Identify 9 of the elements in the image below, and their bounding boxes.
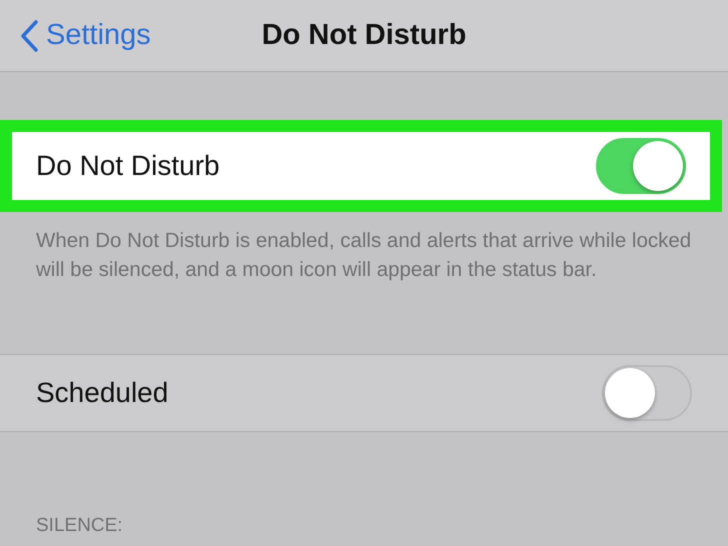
row-label: Scheduled [36, 376, 168, 410]
footer-text: When Do Not Disturb is enabled, calls and alerts that arrive while locked will be silenced, and a moon icon will appear in the status bar. [35, 228, 692, 284]
section-header: SILENCE: [35, 514, 124, 538]
chevron-icon [20, 20, 38, 52]
toggle-switch[interactable] [602, 365, 692, 421]
nav-title: Do Not Disturb [262, 18, 466, 54]
toggle-switch[interactable] [596, 138, 686, 194]
back-button[interactable]: Settings [0, 0, 151, 72]
row-label: Do Not Disturb [36, 149, 220, 183]
